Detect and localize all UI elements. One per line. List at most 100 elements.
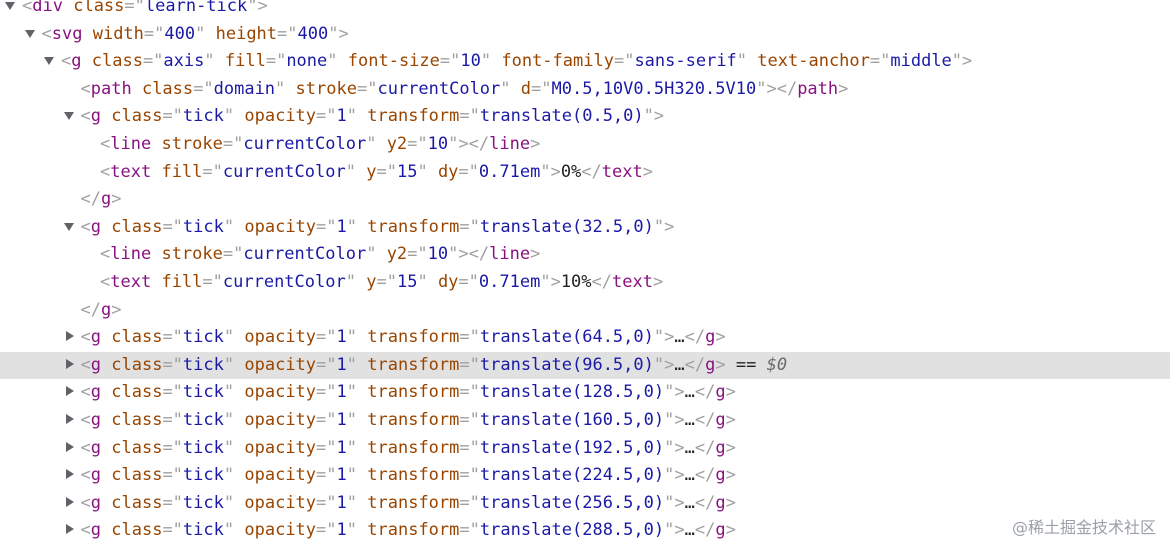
code-token-sp: [357, 217, 367, 237]
code-token-punct: >: [725, 465, 736, 486]
collapse-triangle-icon[interactable]: [64, 386, 76, 398]
code-token-val: 0.71em: [478, 272, 541, 292]
code-token-punct: ">: [540, 161, 561, 182]
dom-node-row[interactable]: </g>: [0, 186, 1170, 213]
code-token-val: middle: [890, 51, 952, 72]
expand-triangle-icon[interactable]: [24, 28, 37, 40]
code-token-sp: [101, 438, 111, 458]
expand-triangle-icon[interactable]: [63, 110, 76, 122]
code-token-punct: =": [265, 51, 287, 72]
dom-node-row[interactable]: <g class="tick" opacity="1" transform="t…: [0, 517, 1170, 544]
code-token-punct: ": [346, 465, 358, 486]
code-token-punct: ": [223, 327, 235, 348]
collapse-triangle-icon[interactable]: [64, 331, 76, 343]
code-token-punct: <: [80, 437, 91, 458]
code-token-sp: [63, 0, 73, 16]
code-token-tag: g: [90, 382, 101, 403]
code-token-punct: ": [346, 354, 358, 375]
code-token-val: translate(32.5,0): [479, 216, 654, 237]
code-token-attr: class: [111, 437, 163, 458]
collapse-triangle-icon[interactable]: [64, 469, 76, 481]
dom-node-row[interactable]: <g class="tick" opacity="1" transform="t…: [0, 407, 1170, 434]
dom-node-row[interactable]: <g class="tick" opacity="1" transform="t…: [0, 324, 1170, 351]
code-token-punct: ">: [664, 520, 685, 541]
code-token-sp: [101, 493, 111, 513]
collapse-triangle-icon[interactable]: [64, 524, 76, 536]
dom-node-row-selected[interactable]: <g class="tick" opacity="1" transform="t…: [0, 351, 1170, 379]
code-token-punct: ">: [247, 0, 268, 16]
code-token-attr: transform: [367, 382, 460, 403]
code-token-val: 1: [336, 410, 347, 430]
code-token-sp: [356, 272, 366, 292]
code-token-sp: [234, 327, 244, 347]
code-token-attr: class: [111, 520, 163, 541]
code-token-punct: >: [111, 299, 122, 320]
dom-node-row[interactable]: </g>: [0, 297, 1170, 324]
code-token-punct: ": [223, 216, 235, 237]
dom-node-row[interactable]: <g class="tick" opacity="1" transform="t…: [0, 462, 1170, 489]
code-token-attr: class: [111, 216, 163, 237]
collapse-triangle-icon[interactable]: [64, 358, 76, 371]
code-token-punct: =": [162, 465, 183, 486]
code-token-punct: <: [80, 492, 91, 513]
code-token-punct: ": [223, 354, 235, 375]
expand-triangle-icon[interactable]: [5, 0, 17, 12]
code-token-punct: ">: [448, 244, 469, 265]
code-token-sp: [101, 217, 111, 237]
code-token-sp: [234, 106, 244, 126]
code-token-sp: [101, 465, 111, 485]
code-token-punct: >: [725, 520, 736, 541]
code-token-val: sans-serif: [634, 51, 737, 72]
code-token-punct: =": [316, 492, 337, 513]
code-token-attr: transform: [367, 216, 460, 237]
code-token-sp: [234, 355, 244, 375]
code-token-attr: y: [366, 161, 377, 182]
code-token-sp: [357, 106, 367, 126]
expand-triangle-icon[interactable]: [44, 55, 56, 67]
dom-node-row[interactable]: <line stroke="currentColor" y2="10"></li…: [0, 131, 1170, 158]
dom-node-row[interactable]: <line stroke="currentColor" y2="10"></li…: [0, 241, 1170, 268]
dom-node-row[interactable]: <g class="tick" opacity="1" transform="t…: [0, 214, 1170, 241]
code-token-punct: ": [223, 492, 235, 513]
dom-node-row[interactable]: <g class="tick" opacity="1" transform="t…: [0, 103, 1170, 130]
code-token-attr: dy: [437, 272, 459, 292]
dom-node-row[interactable]: <path class="domain" stroke="currentColo…: [0, 76, 1170, 103]
code-token-punct: </: [776, 78, 798, 99]
dom-node-row[interactable]: <text fill="currentColor" y="15" dy="0.7…: [0, 269, 1170, 296]
code-token-punct: ": [327, 51, 338, 72]
code-token-sp: [101, 327, 111, 347]
collapse-triangle-icon[interactable]: [64, 496, 76, 509]
code-token-ellipsis: …: [684, 520, 695, 541]
code-token-sp: [357, 410, 367, 430]
expand-triangle-icon[interactable]: [63, 221, 76, 233]
code-token-punct: </: [468, 244, 490, 265]
code-token-punct: </: [684, 327, 706, 348]
collapse-triangle-icon[interactable]: [64, 441, 76, 454]
dom-node-row[interactable]: <div class="learn-tick">: [0, 0, 1170, 20]
code-token-attr: opacity: [244, 410, 317, 430]
code-token-tag: text: [110, 161, 152, 182]
dom-node-row[interactable]: <svg width="400" height="400">: [0, 21, 1170, 48]
code-token-attr: font-size: [347, 51, 440, 72]
code-token-tag: g: [705, 327, 716, 348]
code-token-tag: svg: [51, 23, 83, 44]
dom-node-row[interactable]: <g class="axis" fill="none" font-size="1…: [0, 48, 1170, 75]
dom-node-row[interactable]: <text fill="currentColor" y="15" dy="0.7…: [0, 159, 1170, 186]
code-token-attr: transform: [367, 410, 460, 430]
code-token-punct: ": [346, 520, 358, 541]
dom-node-row[interactable]: <g class="tick" opacity="1" transform="t…: [0, 490, 1170, 517]
dom-node-row[interactable]: <g class="tick" opacity="1" transform="t…: [0, 379, 1170, 406]
dom-node-row[interactable]: <g class="tick" opacity="1" transform="t…: [0, 435, 1170, 462]
code-token-val: translate(0.5,0): [479, 106, 644, 127]
collapse-triangle-icon[interactable]: [64, 414, 76, 426]
code-token-punct: ": [500, 78, 511, 99]
code-token-attr: stroke: [295, 78, 357, 99]
code-token-sp: [205, 24, 215, 44]
code-token-tag: g: [90, 437, 101, 458]
code-token-tag: g: [715, 465, 726, 486]
code-token-punct: <: [80, 216, 91, 237]
code-token-val: currentColor: [222, 161, 346, 182]
code-token-val: 1: [336, 492, 347, 513]
code-token-sp: [151, 134, 161, 154]
code-token-punct: =": [162, 327, 183, 348]
